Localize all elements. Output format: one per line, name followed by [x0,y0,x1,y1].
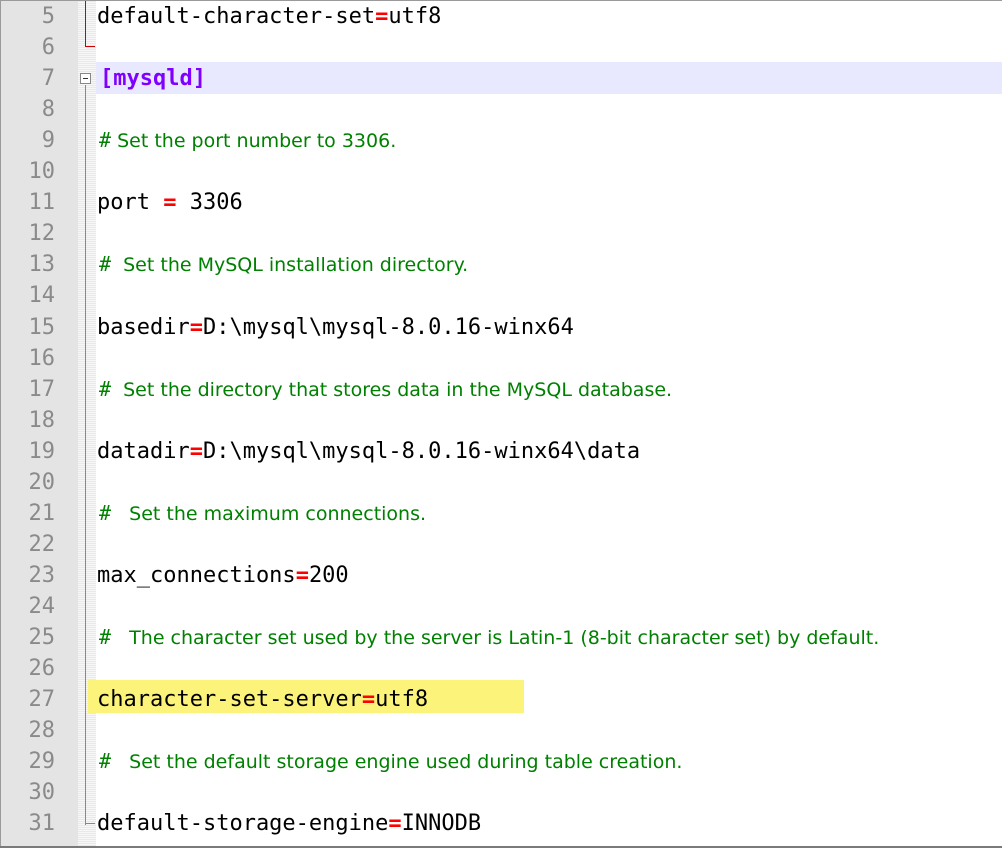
config-line[interactable]: max_connections=200 [97,560,349,591]
section-name: [mysqld] [100,66,206,91]
line-number: 12 [28,221,56,246]
line-number: 8 [41,97,55,122]
comment-marker: # [99,625,112,649]
comment-marker: # [99,252,112,276]
line-number: 24 [28,594,56,619]
config-value: utf8 [388,4,442,29]
assign-operator: = [375,4,389,29]
config-key: max_connections [97,563,296,588]
assign-operator: = [163,190,177,215]
config-value: D:\mysql\mysql-8.0.16-winx64 [202,315,574,340]
line-number: 20 [28,470,56,495]
fold-guide-line [85,85,86,825]
comment-text: Set the default storage engine used duri… [111,751,683,773]
line-number: 17 [28,377,56,402]
comment-line[interactable]: # The character set used by the server i… [99,622,879,653]
line-number: 22 [28,532,56,557]
comment-marker: # [99,377,112,401]
config-value: 200 [308,563,349,588]
line-number: 25 [28,625,56,650]
config-key: default-storage-engine [97,811,389,836]
comment-marker: # [99,749,112,773]
line-number: 27 [28,687,56,712]
config-key: port [97,190,164,215]
comment-line[interactable]: # Set the port number to 3306. [99,125,396,156]
fold-end-marker [85,823,95,824]
comment-line[interactable]: # Set the maximum connections. [99,498,426,529]
line-number: 23 [28,563,56,588]
config-key: datadir [97,439,190,464]
comment-text: Set the port number to 3306. [111,130,397,152]
comment-text: Set the maximum connections. [111,503,427,525]
current-line-highlight [96,62,1002,94]
assign-operator: = [189,439,203,464]
line-number: 19 [28,439,56,464]
line-number: 26 [28,656,56,681]
line-number: 21 [28,501,56,526]
config-value: D:\mysql\mysql-8.0.16-winx64\data [202,439,641,464]
config-key: character-set-server [97,687,362,712]
config-line[interactable]: default-storage-engine=INNODB [97,808,481,839]
fold-margin[interactable] [78,1,96,846]
line-number: 11 [28,190,56,215]
comment-line[interactable]: # Set the directory that stores data in … [99,374,672,405]
config-line[interactable]: datadir=D:\mysql\mysql-8.0.16-winx64\dat… [97,436,640,467]
line-number: 30 [28,780,56,805]
config-value: INNODB [401,811,482,836]
line-number: 29 [28,749,56,774]
config-line[interactable]: default-character-set=utf8 [97,1,441,32]
line-number: 6 [41,35,55,60]
config-line[interactable]: port = 3306 [97,187,243,218]
section-header[interactable]: [mysqld] [100,63,206,94]
line-number: 15 [28,315,56,340]
line-number: 10 [28,159,56,184]
comment-text: Set the directory that stores data in th… [111,379,673,401]
line-number: 31 [28,811,56,836]
assign-operator: = [295,563,309,588]
assign-operator: = [361,687,376,712]
comment-text: Set the MySQL installation directory. [111,254,469,276]
line-number: 9 [41,128,55,153]
config-line[interactable]: basedir=D:\mysql\mysql-8.0.16-winx64 [97,312,574,343]
line-number: 16 [28,346,56,371]
line-number: 7 [41,66,55,91]
comment-text: The character set used by the server is … [111,627,880,649]
assign-operator: = [388,811,402,836]
line-number: 14 [28,283,56,308]
line-number: 18 [28,408,56,433]
config-key: default-character-set [97,4,376,29]
fold-end-marker-line [85,1,86,47]
config-value: 3306 [176,190,243,215]
fold-end-marker [85,46,95,47]
line-number: 13 [28,252,56,277]
config-key: basedir [97,315,190,340]
comment-marker: # [99,128,112,152]
comment-line[interactable]: # Set the default storage engine used du… [99,746,682,777]
fold-collapse-icon[interactable] [80,73,91,84]
comment-marker: # [99,501,112,525]
assign-operator: = [189,315,203,340]
line-number: 28 [28,718,56,743]
comment-line[interactable]: # Set the MySQL installation directory. [99,249,468,280]
config-value: utf8 [375,687,429,712]
line-number: 5 [41,4,55,29]
config-line[interactable]: character-set-server=utf8 [97,684,428,715]
